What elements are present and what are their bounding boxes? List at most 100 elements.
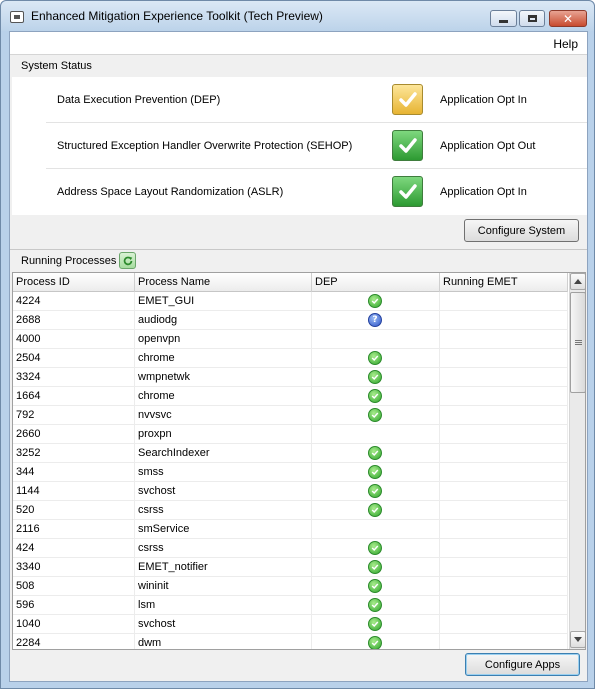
table-row[interactable]: 508 wininit — [13, 577, 568, 596]
cell-dep — [312, 501, 440, 520]
table-row[interactable]: 1040 svchost — [13, 615, 568, 634]
cell-dep — [312, 292, 440, 311]
check-circle-icon — [368, 636, 382, 649]
running-processes-label: Running Processes — [21, 255, 117, 267]
grid-body: 4224 EMET_GUI 2688 audiodg? 4000 openvpn 2504 c… — [13, 292, 568, 649]
vertical-scrollbar[interactable] — [569, 273, 585, 649]
check-circle-icon — [368, 617, 382, 631]
column-header-dep[interactable]: DEP — [312, 273, 440, 292]
status-row-aslr: Address Space Layout Randomization (ASLR… — [46, 169, 587, 215]
check-circle-icon — [368, 560, 382, 574]
cell-process-id: 344 — [13, 463, 135, 482]
grip-icon — [574, 340, 582, 345]
status-name: Structured Exception Handler Overwrite P… — [57, 140, 353, 152]
scroll-up-button[interactable] — [570, 273, 585, 290]
menu-bar: Help — [10, 32, 587, 55]
cell-process-name: proxpn — [135, 425, 312, 444]
cell-dep — [312, 520, 440, 539]
process-grid[interactable]: Process ID Process Name DEP Running EMET… — [12, 272, 586, 650]
column-header-process-name[interactable]: Process Name — [135, 273, 312, 292]
table-row[interactable]: 2660 proxpn — [13, 425, 568, 444]
cell-running-emet — [440, 425, 568, 444]
table-row[interactable]: 2284 dwm — [13, 634, 568, 649]
cell-process-id: 1040 — [13, 615, 135, 634]
cell-running-emet — [440, 387, 568, 406]
cell-process-id: 2284 — [13, 634, 135, 649]
status-row-sehop: Structured Exception Handler Overwrite P… — [46, 123, 587, 169]
window-title: Enhanced Mitigation Experience Toolkit (… — [31, 9, 323, 23]
column-header-process-id[interactable]: Process ID — [13, 273, 135, 292]
table-row[interactable]: 3324 wmpnetwk — [13, 368, 568, 387]
question-circle-icon: ? — [368, 313, 382, 327]
cell-process-name: wininit — [135, 577, 312, 596]
cell-process-name: wmpnetwk — [135, 368, 312, 387]
cell-process-name: smService — [135, 520, 312, 539]
cell-dep — [312, 539, 440, 558]
cell-process-name: openvpn — [135, 330, 312, 349]
configure-apps-button[interactable]: Configure Apps — [465, 653, 580, 676]
table-row[interactable]: 2504 chrome — [13, 349, 568, 368]
grid-header: Process ID Process Name DEP Running EMET — [13, 273, 568, 292]
cell-process-id: 4224 — [13, 292, 135, 311]
app-icon — [10, 11, 24, 23]
cell-process-id: 2504 — [13, 349, 135, 368]
table-row[interactable]: 3340 EMET_notifier — [13, 558, 568, 577]
cell-running-emet — [440, 406, 568, 425]
title-bar[interactable]: Enhanced Mitigation Experience Toolkit (… — [1, 1, 594, 31]
cell-running-emet — [440, 634, 568, 649]
cell-dep — [312, 615, 440, 634]
check-circle-icon — [368, 503, 382, 517]
close-button[interactable]: ✕ — [549, 10, 587, 27]
cell-running-emet — [440, 539, 568, 558]
cell-dep — [312, 558, 440, 577]
scroll-thumb[interactable] — [570, 292, 585, 393]
section-divider — [10, 249, 587, 250]
scroll-down-button[interactable] — [570, 631, 585, 648]
check-icon — [392, 84, 423, 115]
table-row[interactable]: 1144 svchost — [13, 482, 568, 501]
cell-process-name: EMET_notifier — [135, 558, 312, 577]
table-row[interactable]: 4000 openvpn — [13, 330, 568, 349]
cell-dep — [312, 368, 440, 387]
cell-process-id: 1664 — [13, 387, 135, 406]
menu-help[interactable]: Help — [553, 37, 578, 51]
cell-running-emet — [440, 330, 568, 349]
cell-process-id: 424 — [13, 539, 135, 558]
cell-dep — [312, 444, 440, 463]
cell-process-name: chrome — [135, 349, 312, 368]
cell-process-id: 2688 — [13, 311, 135, 330]
cell-running-emet — [440, 501, 568, 520]
table-row[interactable]: 4224 EMET_GUI — [13, 292, 568, 311]
cell-dep — [312, 425, 440, 444]
table-row[interactable]: 520 csrss — [13, 501, 568, 520]
emet-window: Enhanced Mitigation Experience Toolkit (… — [0, 0, 595, 689]
cell-dep — [312, 463, 440, 482]
cell-dep — [312, 634, 440, 649]
cell-running-emet — [440, 577, 568, 596]
cell-process-id: 2660 — [13, 425, 135, 444]
cell-running-emet — [440, 596, 568, 615]
cell-process-id: 3252 — [13, 444, 135, 463]
table-row[interactable]: 2116 smService — [13, 520, 568, 539]
table-row[interactable]: 3252 SearchIndexer — [13, 444, 568, 463]
configure-system-button[interactable]: Configure System — [464, 219, 579, 242]
check-circle-icon — [368, 370, 382, 384]
status-value: Application Opt In — [440, 94, 527, 106]
table-row[interactable]: 424 csrss — [13, 539, 568, 558]
cell-process-id: 520 — [13, 501, 135, 520]
cell-dep — [312, 349, 440, 368]
column-header-running-emet[interactable]: Running EMET — [440, 273, 568, 292]
table-row[interactable]: 344 smss — [13, 463, 568, 482]
table-row[interactable]: 792 nvvsvc — [13, 406, 568, 425]
status-value: Application Opt In — [440, 186, 527, 198]
refresh-icon[interactable] — [119, 252, 136, 269]
table-row[interactable]: 596 lsm — [13, 596, 568, 615]
minimize-button[interactable] — [490, 10, 517, 27]
check-circle-icon — [368, 579, 382, 593]
cell-process-name: svchost — [135, 615, 312, 634]
check-circle-icon — [368, 541, 382, 555]
table-row[interactable]: 1664 chrome — [13, 387, 568, 406]
chevron-down-icon — [574, 637, 582, 642]
table-row[interactable]: 2688 audiodg? — [13, 311, 568, 330]
maximize-button[interactable] — [519, 10, 545, 27]
